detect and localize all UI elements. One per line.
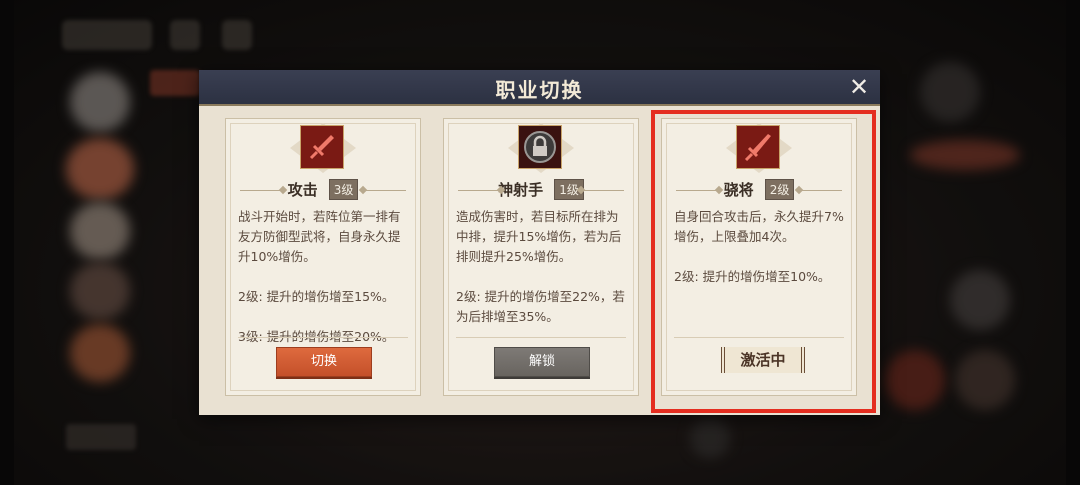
description-text: 造成伤害时，若目标所在排为中排，提升15%增伤，若为后排则提升25%增伤。: [456, 209, 622, 264]
class-level-badge: 3级: [328, 179, 359, 200]
description-text: 战斗开始时，若阵位第一排有友方防御型武将，自身永久提升10%增伤。: [238, 209, 401, 264]
dialog-titlebar: 职业切换 ✕: [199, 70, 880, 106]
class-description: 战斗开始时，若阵位第一排有友方防御型武将，自身永久提升10%增伤。 2级: 提升…: [238, 207, 408, 347]
card-separator: [674, 337, 844, 338]
class-emblem: [508, 123, 574, 173]
dialog-title: 职业切换: [495, 78, 584, 102]
class-level-badge: 2级: [764, 179, 795, 200]
divider-left: [458, 190, 502, 191]
class-name: 骁将: [723, 181, 754, 199]
divider-right: [362, 190, 406, 191]
class-description: 造成伤害时，若目标所在排为中排，提升15%增伤，若为后排则提升25%增伤。 2级…: [456, 207, 626, 327]
level-2-text: 2级: 提升的增伤增至15%。: [238, 289, 395, 304]
divider-right: [798, 190, 842, 191]
divider-right: [580, 190, 624, 191]
class-description: 自身回合攻击后，永久提升7%增伤，上限叠加4次。 2级: 提升的增伤增至10%。: [674, 207, 844, 287]
class-card-attack: 攻击 3级 战斗开始时，若阵位第一排有友方防御型武将，自身永久提升10%增伤。 …: [225, 118, 421, 396]
description-text: 自身回合攻击后，永久提升7%增伤，上限叠加4次。: [674, 209, 844, 244]
active-status-tag: 激活中: [721, 347, 805, 373]
blade-icon: [736, 125, 780, 169]
class-name-row: 神射手 1级: [444, 179, 638, 201]
class-card-marksman: 神射手 1级 造成伤害时，若目标所在排为中排，提升15%增伤，若为后排则提升25…: [443, 118, 639, 396]
divider-left: [676, 190, 720, 191]
class-card-valiant: 骁将 2级 自身回合攻击后，永久提升7%增伤，上限叠加4次。 2级: 提升的增伤…: [661, 118, 857, 396]
divider-left: [240, 190, 284, 191]
sword-icon: [300, 125, 344, 169]
class-emblem: [726, 123, 792, 173]
card-separator: [238, 337, 408, 338]
class-name-row: 骁将 2级: [662, 179, 856, 201]
class-switch-dialog: 职业切换 ✕ 攻击 3级 战斗开始时，若阵位第一排有友方防御型武将，自身永久提升…: [199, 70, 880, 415]
lock-icon: [518, 125, 562, 169]
class-emblem: [290, 123, 356, 173]
close-icon[interactable]: ✕: [846, 74, 872, 100]
class-name: 攻击: [287, 181, 318, 199]
unlock-button[interactable]: 解锁: [494, 347, 590, 377]
level-2-text: 2级: 提升的增伤增至22%，若为后排增至35%。: [456, 289, 625, 324]
level-2-text: 2级: 提升的增伤增至10%。: [674, 269, 831, 284]
class-name-row: 攻击 3级: [226, 179, 420, 201]
switch-button[interactable]: 切换: [276, 347, 372, 377]
card-separator: [456, 337, 626, 338]
